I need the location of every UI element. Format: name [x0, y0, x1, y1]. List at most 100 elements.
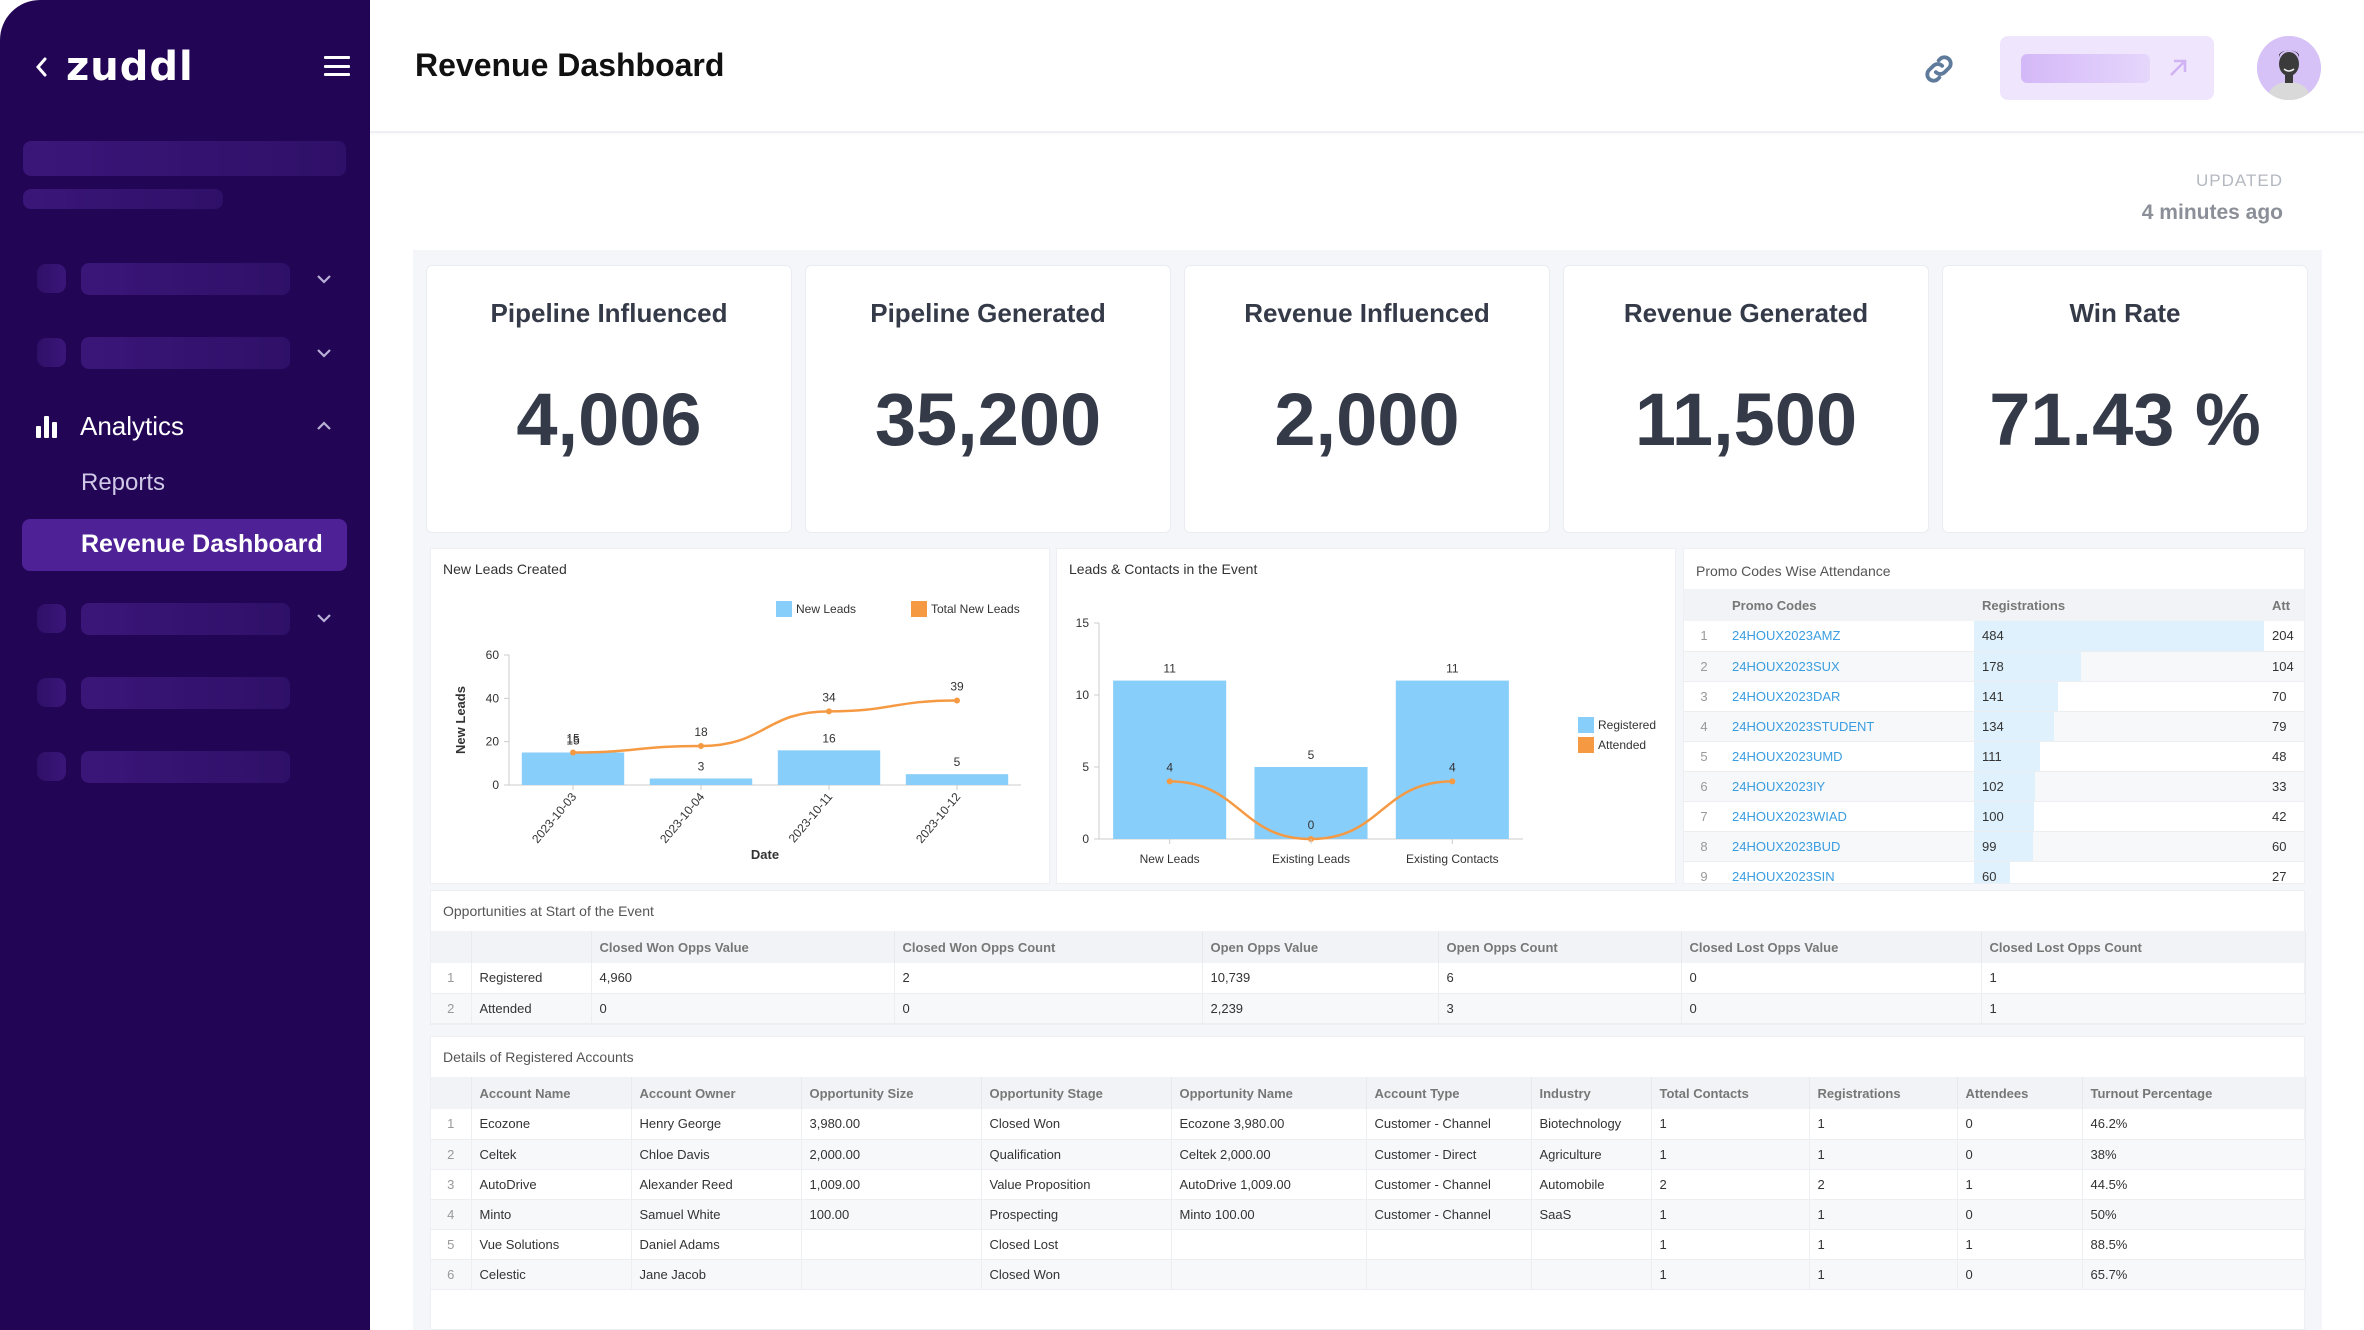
column-header[interactable]: Registrations — [1974, 589, 2264, 621]
table-row[interactable]: 1 Ecozone Henry George 3,980.00 Closed Won Ec… — [431, 1109, 2306, 1140]
column-header[interactable]: Account Owner — [631, 1077, 802, 1109]
hamburger-menu-icon[interactable] — [324, 56, 350, 76]
column-header — [471, 931, 592, 963]
promo-code-link[interactable]: 24HOUX2023WIAD — [1724, 801, 1974, 832]
legend-label: New Leads — [796, 602, 856, 616]
table-cell: 1 — [1981, 993, 2306, 1024]
row-index: 8 — [1684, 831, 1724, 862]
chevron-down-icon[interactable] — [313, 607, 335, 629]
back-chevron-icon[interactable] — [30, 52, 52, 82]
row-index: 2 — [1684, 651, 1724, 682]
sidebar-item-revenue-dashboard[interactable]: Revenue Dashboard — [22, 519, 347, 571]
column-header[interactable]: Industry — [1531, 1077, 1652, 1109]
column-header[interactable]: Account Name — [471, 1077, 632, 1109]
table-cell — [1366, 1229, 1532, 1260]
x-tick-label: 2023-10-12 — [913, 790, 963, 846]
column-header[interactable]: Closed Lost Opps Count — [1981, 931, 2306, 963]
skeleton-nav-item[interactable] — [81, 337, 290, 369]
promo-code-link[interactable]: 24HOUX2023AMZ — [1724, 621, 1974, 652]
table-row[interactable]: 2 24HOUX2023SUX 178 104 — [1684, 651, 2304, 682]
app-root: zuddl Analytics Reports Revenue Dashboar… — [0, 0, 2364, 1330]
column-header[interactable]: Opportunity Size — [801, 1077, 982, 1109]
column-header[interactable]: Open Opps Value — [1202, 931, 1439, 963]
x-tick-label: 2023-10-04 — [657, 790, 707, 846]
promo-code-link[interactable]: 24HOUX2023BUD — [1724, 831, 1974, 862]
table-row[interactable]: 9 24HOUX2023SIN 60 27 — [1684, 861, 2304, 884]
promo-code-link[interactable]: 24HOUX2023SUX — [1724, 651, 1974, 682]
promo-code-link[interactable]: 24HOUX2023DAR — [1724, 681, 1974, 712]
table-cell: Closed Lost — [981, 1229, 1172, 1260]
column-header[interactable]: Account Type — [1366, 1077, 1532, 1109]
promo-table-wrap[interactable]: Promo Codes Registrations Att 1 24HOUX20… — [1684, 589, 2304, 884]
chevron-down-icon[interactable] — [313, 268, 335, 290]
table-row[interactable]: 6 24HOUX2023IY 102 33 — [1684, 771, 2304, 802]
column-header — [1684, 589, 1724, 621]
chevron-down-icon[interactable] — [313, 342, 335, 364]
column-header[interactable]: Promo Codes — [1724, 589, 1974, 621]
table-row[interactable]: 3 AutoDrive Alexander Reed 1,009.00 Value Pr… — [431, 1169, 2306, 1200]
kpi-card-pipeline-generated: Pipeline Generated 35,200 — [805, 265, 1171, 533]
registrations-value: 60 — [1982, 868, 1997, 884]
line-data-label: 0 — [1308, 818, 1315, 832]
y-tick-label: 0 — [492, 778, 499, 792]
table-row[interactable]: 2 Celtek Chloe Davis 2,000.00 Qualification C… — [431, 1139, 2306, 1170]
table-cell — [1171, 1259, 1367, 1290]
sidebar-item-reports[interactable]: Reports — [81, 469, 165, 497]
attendance-cell: 104 — [2264, 651, 2304, 682]
sidebar-item-analytics[interactable]: Analytics — [36, 406, 346, 446]
table-row[interactable]: 1 Registered 4,960 2 10,739 6 0 1 — [431, 963, 2306, 994]
table-row[interactable]: 8 24HOUX2023BUD 99 60 — [1684, 831, 2304, 862]
skeleton-nav-item[interactable] — [81, 603, 290, 635]
legend-swatch — [776, 601, 792, 617]
table-cell: 1 — [1809, 1229, 1958, 1260]
column-header[interactable]: Att — [2264, 589, 2304, 621]
skeleton-icon — [37, 264, 66, 293]
arrow-up-right-icon — [2166, 56, 2190, 80]
table-row[interactable]: 4 24HOUX2023STUDENT 134 79 — [1684, 711, 2304, 742]
column-header[interactable]: Attendees — [1957, 1077, 2083, 1109]
table-cell — [1531, 1259, 1652, 1290]
table-row[interactable]: 6 Celestic Jane Jacob Closed Won 1 1 0 65.7% — [431, 1259, 2306, 1290]
column-header[interactable]: Registrations — [1809, 1077, 1958, 1109]
skeleton-nav-item[interactable] — [81, 263, 290, 295]
column-header[interactable]: Closed Lost Opps Value — [1681, 931, 1982, 963]
skeleton-nav-item[interactable] — [81, 751, 290, 783]
column-header[interactable]: Closed Won Opps Value — [591, 931, 895, 963]
registrations-cell: 111 — [1974, 741, 2264, 772]
user-avatar[interactable] — [2257, 36, 2321, 100]
table-row[interactable]: 3 24HOUX2023DAR 141 70 — [1684, 681, 2304, 712]
table-cell: Celestic — [471, 1259, 632, 1290]
promo-table-body: 1 24HOUX2023AMZ 484 204 2 24HOUX2023SUX 1… — [1684, 621, 2304, 884]
promo-code-link[interactable]: 24HOUX2023SIN — [1724, 861, 1974, 883]
skeleton-icon — [37, 604, 66, 633]
table-cell: 3 — [1438, 993, 1682, 1024]
promo-code-link[interactable]: 24HOUX2023UMD — [1724, 741, 1974, 772]
column-header[interactable]: Opportunity Name — [1171, 1077, 1367, 1109]
column-header[interactable]: Closed Won Opps Count — [894, 931, 1203, 963]
column-header[interactable]: Opportunity Stage — [981, 1077, 1172, 1109]
link-icon[interactable] — [1920, 50, 1958, 88]
column-header[interactable]: Turnout Percentage — [2082, 1077, 2306, 1109]
promo-code-link[interactable]: 24HOUX2023STUDENT — [1724, 711, 1974, 742]
table-row[interactable]: 1 24HOUX2023AMZ 484 204 — [1684, 621, 2304, 652]
table-row[interactable]: 5 Vue Solutions Daniel Adams Closed Lost 1 1 1… — [431, 1229, 2306, 1260]
external-action-button[interactable] — [2000, 36, 2214, 100]
table-cell: 2,239 — [1202, 993, 1439, 1024]
table-row[interactable]: 4 Minto Samuel White 100.00 Prospecting Minto… — [431, 1199, 2306, 1230]
table-cell: SaaS — [1531, 1199, 1652, 1230]
brand-logo[interactable]: zuddl — [66, 44, 194, 90]
chevron-up-icon[interactable] — [313, 415, 335, 437]
table-row[interactable]: 2 Attended 0 0 2,239 3 0 1 — [431, 993, 2306, 1024]
registrations-value: 102 — [1982, 778, 2004, 794]
table-row[interactable]: 5 24HOUX2023UMD 111 48 — [1684, 741, 2304, 772]
table-cell: 1 — [1957, 1169, 2083, 1200]
registrations-cell: 484 — [1974, 621, 2264, 652]
skeleton-nav-item[interactable] — [81, 677, 290, 709]
table-row[interactable]: 7 24HOUX2023WIAD 100 42 — [1684, 801, 2304, 832]
column-header[interactable]: Total Contacts — [1651, 1077, 1810, 1109]
line-data-label: 4 — [1449, 760, 1456, 774]
promo-code-link[interactable]: 24HOUX2023IY — [1724, 771, 1974, 802]
table-cell: 0 — [894, 993, 1203, 1024]
column-header[interactable]: Open Opps Count — [1438, 931, 1682, 963]
table-cell: 1 — [1651, 1259, 1810, 1290]
